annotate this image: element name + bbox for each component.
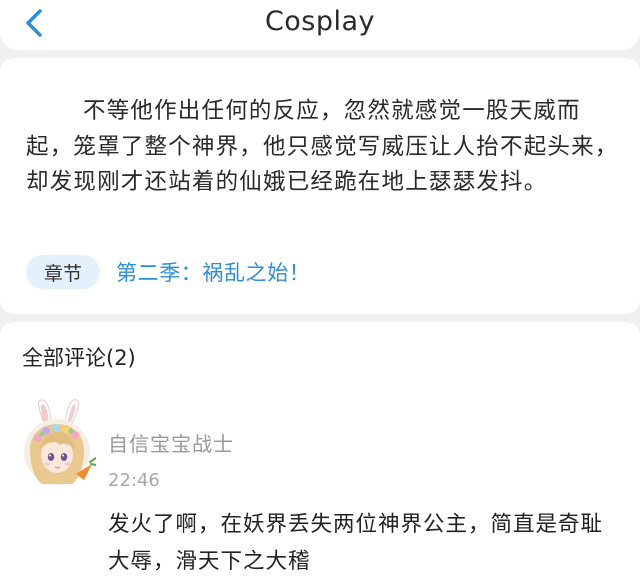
comment-text: 发火了啊，在妖界丢失两位神界公主，简直是奇耻大辱，滑天下之大稽: [108, 512, 604, 574]
comment-username[interactable]: 自信宝宝战士: [108, 428, 234, 457]
avatar[interactable]: [20, 398, 97, 488]
top-bar: Cosplay: [0, 0, 640, 50]
page-title: Cosplay: [264, 6, 376, 37]
story-card: 不等他作出任何的反应，忽然就感觉一股天威而起，笼罩了整个神界，他只感觉写威压让人…: [0, 58, 640, 314]
chapter-row: 章节 第二季：祸乱之始！: [26, 254, 310, 290]
comments-title: 全部评论(2): [22, 346, 136, 370]
chapter-link[interactable]: 第二季：祸乱之始！: [116, 257, 310, 287]
comment-timestamp: 22:46: [108, 470, 160, 491]
bunny-girl-avatar-icon: [24, 399, 97, 485]
chapter-tag: 章节: [26, 255, 100, 289]
comments-section: 全部评论(2) 自信宝宝战士 22:46 发火了啊，在妖界丢失两位神界公主，简直…: [0, 322, 640, 583]
story-text: 不等他作出任何的反应，忽然就感觉一股天威而起，笼罩了整个神界，他只感觉写威压让人…: [26, 98, 619, 195]
